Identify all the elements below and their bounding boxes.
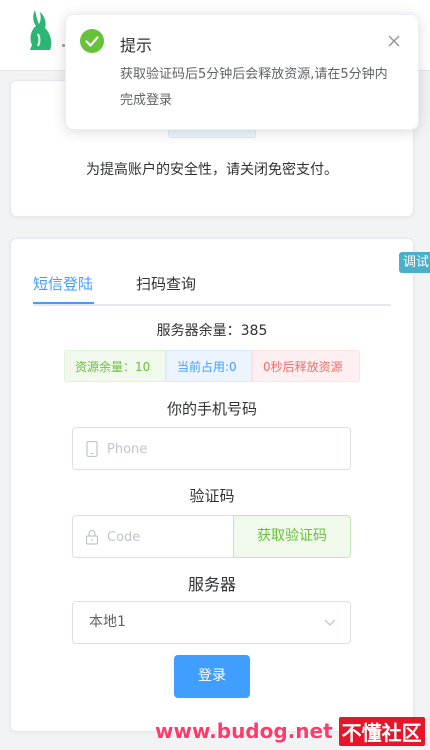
code-input[interactable] — [105, 516, 237, 559]
code-label: 验证码 — [189, 487, 235, 505]
rabbit-logo-icon — [30, 10, 52, 50]
code-field[interactable] — [72, 515, 237, 559]
lock-icon — [85, 529, 99, 545]
tab-sms-login[interactable]: 短信登陆 — [33, 274, 93, 294]
close-icon[interactable] — [388, 35, 400, 47]
watermark-site: www.budog.net — [155, 719, 333, 743]
resource-tag-group: 资源余量：10 当前占用:0 0秒后释放资源 — [64, 350, 360, 384]
chevron-down-icon — [324, 619, 336, 626]
phone-input[interactable] — [105, 428, 331, 471]
login-tabs: 短信登陆 扫码查询 — [33, 274, 391, 306]
login-card: 短信登陆 扫码查询 服务器余量：385 资源余量：10 当前占用:0 0秒后释放… — [10, 238, 414, 732]
resource-remaining-tag: 资源余量：10 — [64, 350, 166, 382]
security-notice-text: 为提高账户的安全性，请关闭免密支付。 — [86, 162, 338, 178]
release-countdown-tag: 0秒后释放资源 — [252, 350, 360, 382]
watermark: www.budog.net 不懂社区 — [155, 716, 425, 746]
current-usage-tag: 当前占用:0 — [166, 350, 252, 382]
get-code-button[interactable]: 获取验证码 — [233, 515, 351, 558]
phone-label: 你的手机号码 — [166, 400, 257, 418]
toast-message: 获取验证码后5分钟后会释放资源,请在5分钟内完成登录 — [120, 67, 388, 108]
notification-toast: 提示 获取验证码后5分钟后会释放资源,请在5分钟内完成登录 — [65, 14, 419, 130]
mobile-phone-icon — [86, 441, 98, 457]
debug-tag[interactable]: 调试 — [399, 252, 430, 273]
active-tab-indicator — [33, 302, 94, 304]
tab-scan-query[interactable]: 扫码查询 — [136, 274, 196, 294]
server-count-text: 服务器余量：385 — [156, 323, 268, 339]
toast-title: 提示 — [120, 36, 153, 55]
login-button[interactable]: 登录 — [174, 655, 250, 698]
server-select[interactable]: 本地1 — [72, 601, 351, 644]
phone-field[interactable] — [72, 427, 351, 471]
success-check-icon — [80, 29, 104, 53]
watermark-brand: 不懂社区 — [338, 716, 425, 746]
server-select-value: 本地1 — [89, 614, 126, 630]
server-label: 服务器 — [187, 575, 236, 594]
